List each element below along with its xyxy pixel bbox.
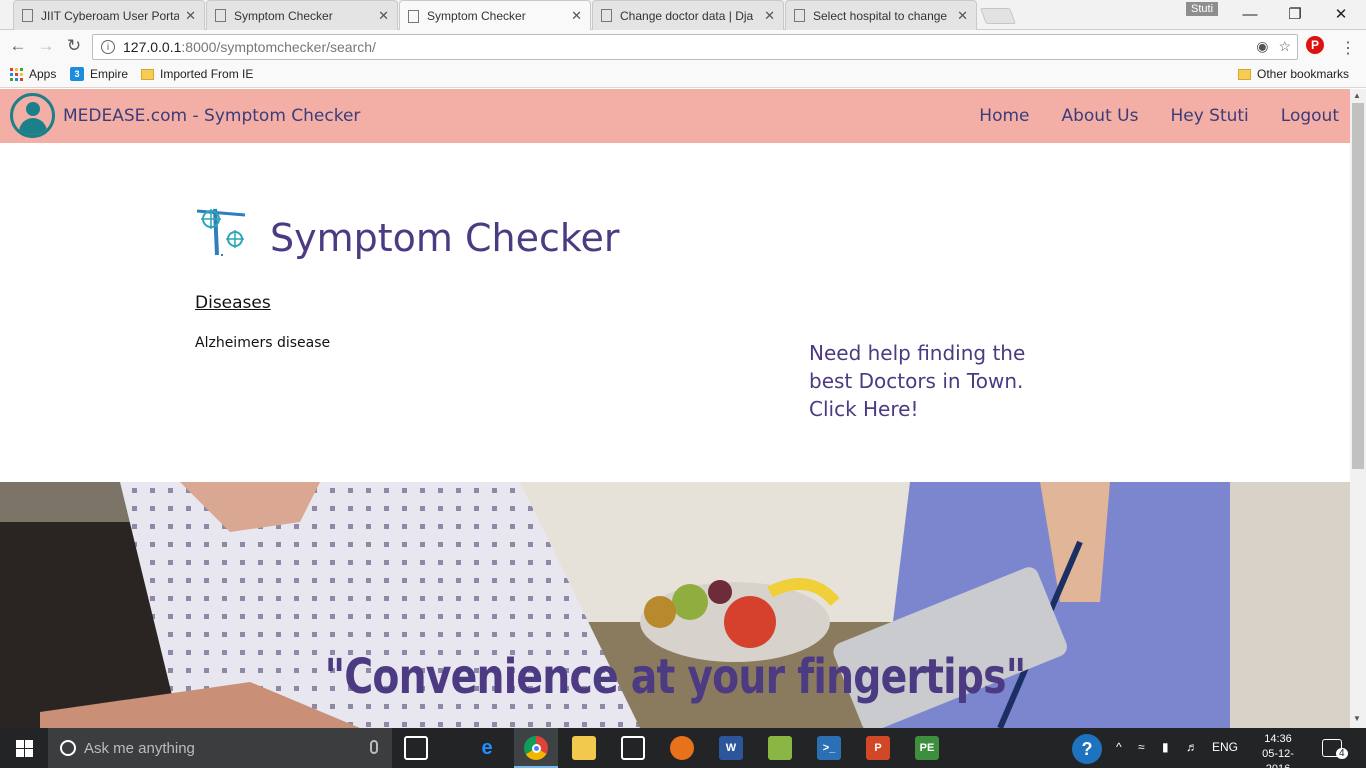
hero-banner-photo: "Convenience at your fingertips" bbox=[0, 482, 1350, 728]
search-placeholder: Ask me anything bbox=[84, 739, 195, 757]
close-icon[interactable]: ✕ bbox=[378, 8, 389, 24]
store-icon[interactable] bbox=[621, 736, 645, 760]
scrollbar-thumb[interactable] bbox=[1352, 103, 1364, 469]
bookmark-label: Other bookmarks bbox=[1257, 67, 1350, 81]
reload-icon[interactable]: ↻ bbox=[62, 34, 86, 58]
profile-badge[interactable]: Stuti bbox=[1186, 2, 1219, 16]
browser-toolbar: ← → ↻ i 127.0.0.1:8000/symptomchecker/se… bbox=[0, 30, 1366, 63]
pe-app-icon[interactable]: PE bbox=[915, 736, 939, 760]
windows-start-button[interactable] bbox=[0, 728, 48, 768]
site-nav: Home About Us Hey Stuti Logout bbox=[979, 106, 1339, 126]
browser-tab[interactable]: Symptom Checker ✕ bbox=[206, 0, 398, 30]
volume-icon[interactable]: ♬ bbox=[1186, 740, 1198, 754]
bookmark-imported-from-ie[interactable]: Imported From IE bbox=[141, 67, 253, 81]
tab-title: JIIT Cyberoam User Porta bbox=[41, 8, 180, 23]
web-page: MEDEASE.com - Symptom Checker Home About… bbox=[0, 89, 1350, 728]
new-tab-button[interactable] bbox=[980, 8, 1016, 24]
close-icon[interactable]: ✕ bbox=[571, 8, 582, 24]
bookmark-other[interactable]: Other bookmarks bbox=[1238, 67, 1349, 81]
blocked-cookie-icon[interactable]: ◉ bbox=[1256, 38, 1268, 55]
folder-icon bbox=[1238, 68, 1251, 80]
cortana-search-box[interactable]: Ask me anything bbox=[48, 728, 392, 768]
scroll-down-icon[interactable]: ▼ bbox=[1353, 714, 1361, 723]
tab-title: Change doctor data | Dja bbox=[620, 8, 754, 23]
disease-result[interactable]: Alzheimers disease bbox=[195, 335, 330, 351]
close-icon[interactable]: ✕ bbox=[185, 8, 196, 24]
site-header: MEDEASE.com - Symptom Checker Home About… bbox=[0, 89, 1350, 143]
nav-home-link[interactable]: Home bbox=[979, 106, 1029, 126]
close-icon[interactable]: ✕ bbox=[764, 8, 775, 24]
url-path: :8000/symptomchecker/search/ bbox=[181, 39, 376, 55]
tab-title: Symptom Checker bbox=[234, 8, 333, 23]
battery-icon[interactable]: ▮ bbox=[1162, 740, 1169, 754]
clock-time: 14:36 bbox=[1264, 733, 1292, 745]
tray-chevron-icon[interactable]: ^ bbox=[1116, 740, 1122, 754]
browser-tab[interactable]: Select hospital to change ✕ bbox=[785, 0, 977, 30]
bookmark-star-icon[interactable]: ☆ bbox=[1278, 38, 1291, 55]
microphone-icon[interactable] bbox=[370, 740, 378, 754]
url-host: 127.0.0.1 bbox=[123, 39, 182, 55]
banner-quote: "Convenience at your fingertips" bbox=[324, 649, 1027, 705]
bookmark-apps[interactable]: Apps bbox=[10, 67, 56, 81]
bookmark-empire[interactable]: 3 Empire bbox=[70, 67, 128, 81]
site-brand[interactable]: MEDEASE.com - Symptom Checker bbox=[63, 106, 360, 126]
chrome-icon[interactable] bbox=[524, 736, 548, 760]
tab-title: Select hospital to change bbox=[813, 8, 948, 23]
windows-taskbar: Ask me anything e W >_ P PE ? ^ ≈ ▮ ♬ EN… bbox=[0, 728, 1366, 775]
project-app-icon[interactable] bbox=[768, 736, 792, 760]
tab-title: Symptom Checker bbox=[427, 9, 526, 23]
pinterest-extension-icon[interactable]: P bbox=[1306, 36, 1324, 54]
forward-arrow-icon[interactable]: → bbox=[34, 34, 58, 58]
nav-about-link[interactable]: About Us bbox=[1061, 106, 1138, 126]
nav-user-link[interactable]: Hey Stuti bbox=[1170, 106, 1248, 126]
restore-icon[interactable]: ❐ bbox=[1272, 0, 1318, 28]
back-arrow-icon[interactable]: ← bbox=[6, 34, 30, 58]
bookmark-label: Imported From IE bbox=[160, 67, 254, 81]
document-icon bbox=[215, 9, 226, 22]
file-explorer-icon[interactable] bbox=[572, 736, 596, 760]
info-icon[interactable]: i bbox=[101, 40, 115, 54]
scroll-up-icon[interactable]: ▲ bbox=[1353, 91, 1361, 100]
find-doctors-link[interactable]: Need help finding the best Doctors in To… bbox=[809, 339, 1039, 423]
help-icon[interactable]: ? bbox=[1072, 734, 1102, 764]
powershell-icon[interactable]: >_ bbox=[817, 736, 841, 760]
browser-tab-active[interactable]: Symptom Checker ✕ bbox=[399, 0, 591, 31]
firefox-icon[interactable] bbox=[670, 736, 694, 760]
powerpoint-icon[interactable]: P bbox=[866, 736, 890, 760]
folder-icon bbox=[141, 68, 154, 80]
taskbar-clock[interactable]: 14:36 05-12-2016 bbox=[1250, 732, 1306, 777]
window-close-icon[interactable]: ✕ bbox=[1318, 0, 1364, 28]
minimize-icon[interactable]: — bbox=[1227, 0, 1273, 28]
bookmark-label: Empire bbox=[90, 67, 129, 81]
address-bar[interactable]: i 127.0.0.1:8000/symptomchecker/search/ … bbox=[92, 34, 1298, 60]
close-icon[interactable]: ✕ bbox=[957, 8, 968, 24]
windows-logo-icon bbox=[15, 739, 33, 757]
word-icon[interactable]: W bbox=[719, 736, 743, 760]
nav-logout-link[interactable]: Logout bbox=[1281, 106, 1339, 126]
document-icon bbox=[408, 9, 419, 23]
task-view-icon[interactable] bbox=[404, 736, 428, 760]
empire-icon: 3 bbox=[70, 67, 84, 81]
bookmark-label: Apps bbox=[29, 67, 57, 81]
document-icon bbox=[794, 9, 805, 22]
page-scrollbar[interactable]: ▲ ▼ bbox=[1350, 89, 1366, 728]
wifi-icon[interactable]: ≈ bbox=[1138, 740, 1145, 754]
clock-date: 05-12-2016 bbox=[1262, 748, 1294, 775]
apps-grid-icon bbox=[10, 67, 23, 81]
page-title: Symptom Checker bbox=[270, 216, 620, 260]
bookmarks-bar: Apps 3 Empire Imported From IE Other boo… bbox=[0, 63, 1366, 88]
notification-count: 4 bbox=[1336, 748, 1348, 759]
browser-menu-icon[interactable]: ⋮ bbox=[1340, 38, 1356, 58]
browser-tab[interactable]: JIIT Cyberoam User Porta ✕ bbox=[13, 0, 205, 30]
language-indicator[interactable]: ENG bbox=[1212, 740, 1238, 754]
doctor-logo-icon[interactable] bbox=[10, 93, 55, 138]
document-icon bbox=[22, 9, 33, 22]
body-target-icon bbox=[196, 208, 246, 256]
cortana-icon bbox=[60, 740, 76, 756]
diseases-heading: Diseases bbox=[195, 293, 271, 313]
document-icon bbox=[601, 9, 612, 22]
browser-tab[interactable]: Change doctor data | Dja ✕ bbox=[592, 0, 784, 30]
edge-browser-icon[interactable]: e bbox=[475, 736, 499, 760]
browser-tab-strip: JIIT Cyberoam User Porta ✕ Symptom Check… bbox=[0, 0, 1366, 31]
